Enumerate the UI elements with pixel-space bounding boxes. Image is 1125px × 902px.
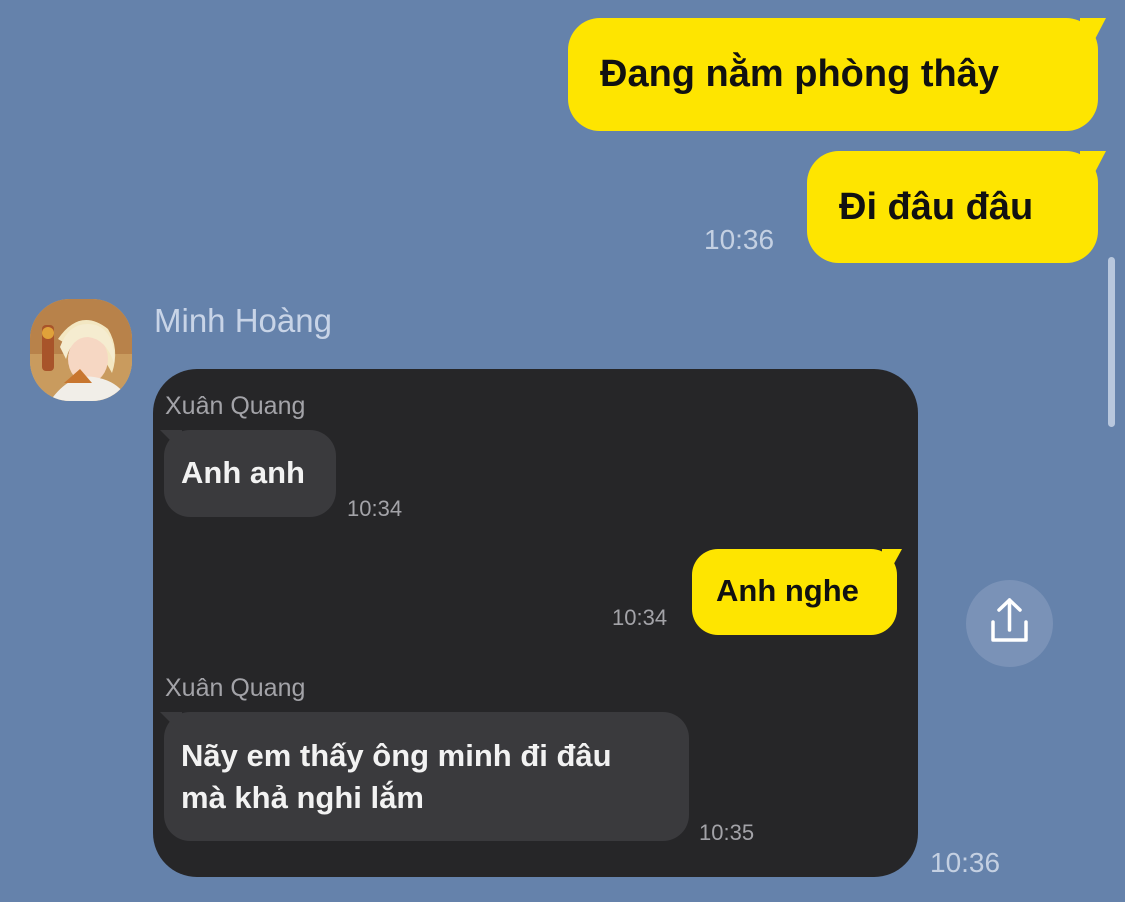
sender-name: Minh Hoàng [154,302,332,339]
message-text: Anh anh [181,455,305,490]
message-timestamp: 10:34 [612,605,668,630]
scrollbar[interactable] [1108,257,1115,427]
incoming-message-bubble: Nãy em thấy ông minh đi đâu mà khả nghi … [160,712,689,841]
message-text-line: mà khả nghi lắm [181,780,424,815]
bubble-tail [160,712,182,734]
outgoing-message-bubble[interactable]: Đang nằm phòng thây [568,18,1106,131]
bubble-tail [1080,151,1106,181]
sender-avatar[interactable] [30,299,132,401]
incoming-message-bubble: Anh anh [160,430,336,517]
shared-screenshot-image[interactable]: Xuân Quang Anh anh 10:34 10:34 Anh nghe … [153,369,918,877]
message-text: Đi đâu đâu [839,186,1034,228]
share-button[interactable] [966,580,1053,667]
message-text: Đang nằm phòng thây [600,53,999,95]
bubble-tail [882,549,902,571]
outgoing-message-bubble: Anh nghe [692,549,902,635]
message-timestamp: 10:36 [704,224,775,255]
message-timestamp: 10:35 [699,820,755,845]
bubble-tail [1080,18,1106,48]
sender-name: Xuân Quang [165,392,306,420]
sender-name: Xuân Quang [165,674,306,702]
message-text: Anh nghe [716,573,859,608]
message-text-line: Nãy em thấy ông minh đi đâu [181,738,612,773]
message-timestamp: 10:36 [930,847,1001,878]
outgoing-message-bubble[interactable]: Đi đâu đâu [807,151,1106,263]
message-timestamp: 10:34 [347,496,403,521]
share-icon [991,598,1028,642]
bubble-tail [160,430,182,452]
avatar-photo-icon [30,299,132,401]
